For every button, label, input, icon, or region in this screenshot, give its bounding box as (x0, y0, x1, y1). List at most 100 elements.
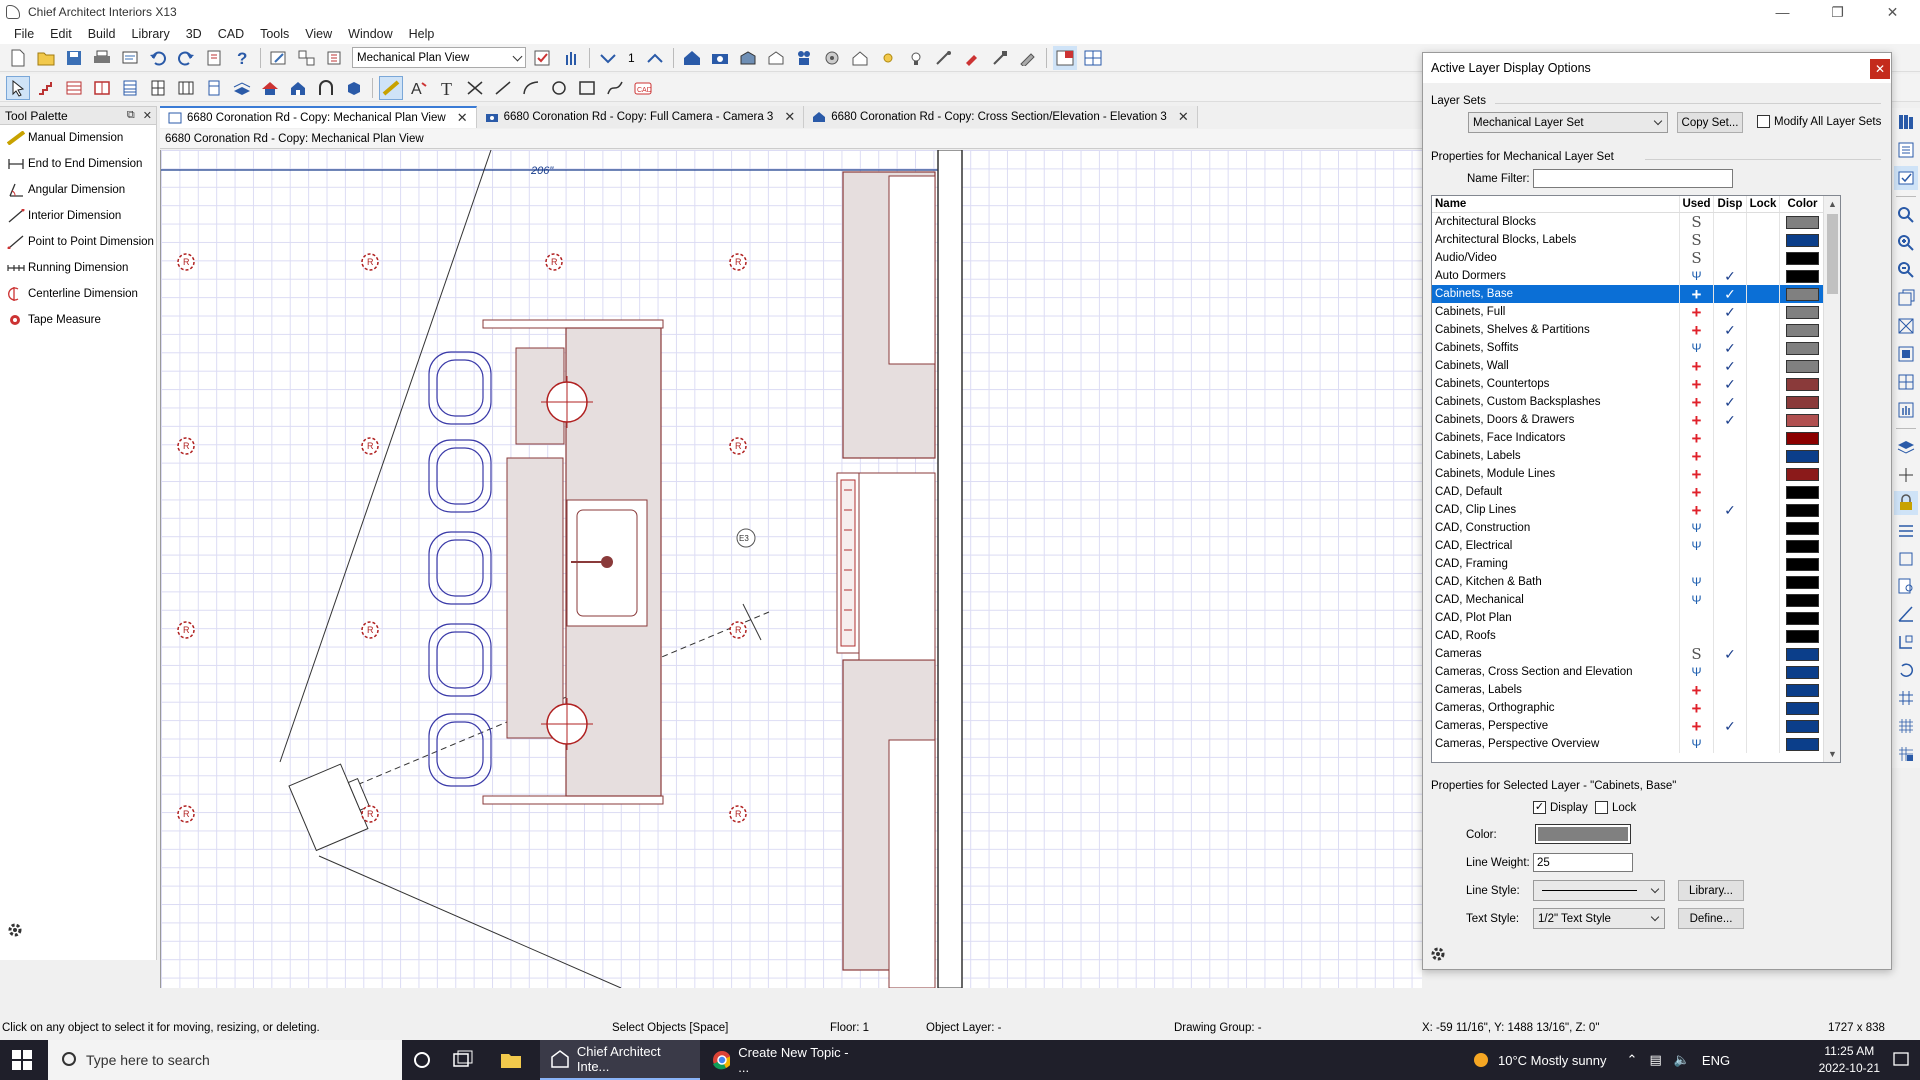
view-select[interactable]: Mechanical Plan View (352, 47, 526, 68)
col-lock[interactable]: Lock (1747, 196, 1780, 212)
palette-angular-dimension[interactable]: Angular Dimension (0, 177, 156, 203)
display-check-icon[interactable]: ✓ (1714, 321, 1747, 339)
reference-icon[interactable] (1894, 547, 1918, 571)
lock-cell[interactable] (1747, 447, 1780, 465)
appliance-icon[interactable] (202, 76, 226, 100)
lock-cell[interactable] (1747, 429, 1780, 447)
layers-icon[interactable] (1894, 435, 1918, 459)
scroll-thumb[interactable] (1827, 214, 1838, 294)
layer-row[interactable]: Cabinets, Countertops + ✓ (1432, 375, 1840, 393)
display-cell[interactable] (1714, 519, 1747, 537)
color-cell[interactable] (1780, 555, 1825, 573)
zoom-icon[interactable] (1894, 203, 1918, 227)
menu-3d[interactable]: 3D (178, 27, 210, 41)
layer-row[interactable]: CAD, Kitchen & Bath Ψ (1432, 573, 1840, 591)
close-palette-button[interactable]: ✕ (143, 109, 152, 122)
search-doc-icon[interactable] (1894, 575, 1918, 599)
menu-library[interactable]: Library (124, 27, 178, 41)
text-arrow-icon[interactable]: A (407, 76, 431, 100)
color-cell[interactable] (1780, 465, 1825, 483)
color-cell[interactable] (1780, 483, 1825, 501)
plan-drawing-area[interactable]: 206" R R R R R R R R R R R R R E3 (160, 150, 1422, 988)
cube-icon[interactable] (342, 76, 366, 100)
layer-row[interactable]: Architectural Blocks S (1432, 213, 1840, 231)
layer-row[interactable]: Cameras, Perspective Overview Ψ (1432, 735, 1840, 753)
color-cell[interactable] (1780, 627, 1825, 645)
lock-cell[interactable] (1747, 699, 1780, 717)
menu-view[interactable]: View (297, 27, 340, 41)
display-cell[interactable] (1714, 537, 1747, 555)
lock-cell[interactable] (1747, 537, 1780, 555)
elevation-camera-marker[interactable]: E3 (736, 528, 756, 548)
lock-cell[interactable] (1747, 555, 1780, 573)
color-cell[interactable] (1780, 339, 1825, 357)
display-cell[interactable] (1714, 555, 1747, 573)
snap-icon[interactable] (1894, 519, 1918, 543)
material-eyedropper-icon[interactable] (988, 46, 1012, 70)
color-cell[interactable] (1780, 537, 1825, 555)
rotate-icon[interactable] (1894, 658, 1918, 682)
color-cell[interactable] (1780, 609, 1825, 627)
display-cell[interactable] (1714, 249, 1747, 267)
display-cell[interactable] (1714, 483, 1747, 501)
layer-row[interactable]: Cabinets, Face Indicators + (1432, 429, 1840, 447)
layer-display-icon[interactable] (323, 46, 347, 70)
floor-up-icon[interactable] (643, 46, 667, 70)
display-check-icon[interactable]: ✓ (1714, 393, 1747, 411)
zoom-in-icon[interactable] (1894, 231, 1918, 255)
menu-window[interactable]: Window (340, 27, 400, 41)
layer-row[interactable]: Cabinets, Soffits Ψ ✓ (1432, 339, 1840, 357)
angle-snap-icon[interactable] (1894, 602, 1918, 626)
lock-cell[interactable] (1747, 213, 1780, 231)
color-cell[interactable] (1780, 681, 1825, 699)
layer-row[interactable]: Cabinets, Labels + (1432, 447, 1840, 465)
layer-row[interactable]: Cameras S ✓ (1432, 645, 1840, 663)
line-icon[interactable] (491, 76, 515, 100)
weather-text[interactable]: 10°C Mostly sunny (1498, 1053, 1607, 1068)
measure-icon[interactable] (932, 46, 956, 70)
windows-start-icon[interactable] (12, 1050, 32, 1070)
color-cell[interactable] (1780, 501, 1825, 519)
display-cell[interactable] (1714, 591, 1747, 609)
color-cell[interactable] (1780, 231, 1825, 249)
cabinet-icon[interactable] (90, 76, 114, 100)
col-used[interactable]: Used (1680, 196, 1714, 212)
stairs-icon[interactable] (34, 76, 58, 100)
lock-cell[interactable] (1747, 285, 1780, 303)
lock-cell[interactable] (1747, 645, 1780, 663)
display-cell[interactable] (1714, 735, 1747, 753)
taskbar-app-chief-architect[interactable]: Chief Architect Inte... (540, 1040, 700, 1080)
dialog-close-button[interactable]: ✕ (1870, 59, 1890, 79)
display-check-icon[interactable]: ✓ (1714, 339, 1747, 357)
layer-row[interactable]: Cameras, Perspective + ✓ (1432, 717, 1840, 735)
undo-zoom-icon[interactable] (1894, 286, 1918, 310)
display-check-icon[interactable]: ✓ (1714, 303, 1747, 321)
text-icon[interactable]: T (435, 76, 459, 100)
close-tab-icon[interactable]: ✕ (784, 109, 795, 125)
taskbar-search-box[interactable]: Type here to search (48, 1040, 402, 1080)
layer-row[interactable]: CAD, Clip Lines + ✓ (1432, 501, 1840, 519)
grid-lock-icon[interactable] (1894, 742, 1918, 766)
scroll-up-icon[interactable]: ▲ (1824, 196, 1840, 212)
layer-row[interactable]: CAD, Framing (1432, 555, 1840, 573)
reference-display-icon[interactable] (295, 46, 319, 70)
lock-cell[interactable] (1747, 465, 1780, 483)
display-check-icon[interactable]: ✓ (1714, 717, 1747, 735)
circle-icon[interactable] (547, 76, 571, 100)
arc-icon[interactable] (519, 76, 543, 100)
color-cell[interactable] (1780, 321, 1825, 339)
lock-cell[interactable] (1747, 339, 1780, 357)
display-cell[interactable] (1714, 465, 1747, 483)
lock-cell[interactable] (1747, 231, 1780, 249)
home-3d-icon[interactable] (680, 46, 704, 70)
tab-cross-section-elevation[interactable]: 6680 Coronation Rd - Copy: Cross Section… (804, 106, 1198, 128)
camera-icon[interactable] (708, 46, 732, 70)
palette-running-dimension[interactable]: Running Dimension (0, 255, 156, 281)
layer-set-select[interactable]: Mechanical Layer Set (1468, 112, 1668, 133)
layer-row[interactable]: Cabinets, Wall + ✓ (1432, 357, 1840, 375)
lock-cell[interactable] (1747, 627, 1780, 645)
display-cell[interactable] (1714, 573, 1747, 591)
maximize-button[interactable]: ❐ (1810, 0, 1865, 24)
cad-x-icon[interactable] (463, 76, 487, 100)
layer-row[interactable]: Architectural Blocks, Labels S (1432, 231, 1840, 249)
